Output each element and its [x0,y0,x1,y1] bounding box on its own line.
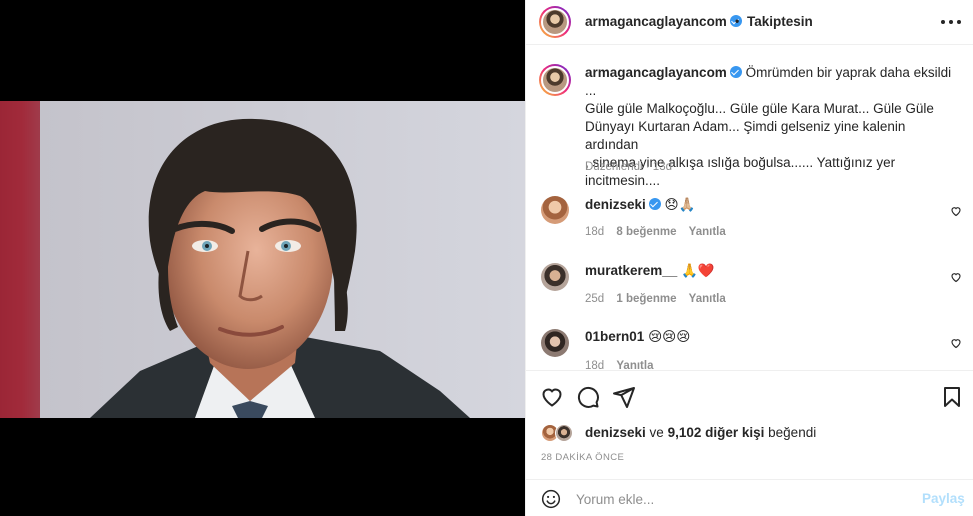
verified-badge-icon [648,198,661,210]
reply-button[interactable]: Yanıtla [689,226,726,238]
caption-author-avatar[interactable] [539,64,571,96]
heart-icon[interactable] [540,385,564,409]
caption-line: Dünyayı Kurtaran Adam... Şimdi gelseniz … [585,119,906,152]
comment-username[interactable]: denizseki [585,197,646,212]
comment-age: 25d [585,293,605,305]
post-photo[interactable] [0,101,525,418]
comment-meta: 18d 8 beğenme Yanıtla [585,226,726,238]
comment-icon[interactable] [576,385,600,409]
commenter-avatar[interactable] [541,263,569,291]
verified-badge-icon [729,66,742,78]
comment-input[interactable] [576,488,896,510]
caption-author-username[interactable]: armagancaglayancom [585,65,727,80]
comment-text: 😢😢😢 [648,329,691,344]
comment-body: denizseki 😞🙏🏼 [585,197,695,213]
post-comment-button[interactable]: Paylaş [922,491,965,506]
comment-username[interactable]: muratkerem__ [585,263,677,278]
comment-like-icon[interactable] [950,336,962,349]
comment-meta: 18d Yanıtla [585,360,653,370]
reply-button[interactable]: Yanıtla [689,293,726,305]
comment-body: 01bern01 😢😢😢 [585,329,690,345]
edited-label: Düzenlendi [585,161,643,173]
emoji-icon[interactable] [541,489,561,509]
author-username[interactable]: armagancaglayancom [585,14,742,29]
comment-likes[interactable]: 8 beğenme [616,226,676,238]
comment-like-icon[interactable] [950,204,962,217]
likers-avatars[interactable] [541,424,575,442]
header-separator: • [735,14,740,28]
post-media[interactable] [0,0,525,516]
caption-age: 13d [652,161,672,173]
first-liker-username[interactable]: denizseki [585,425,646,440]
bookmark-icon[interactable] [940,385,964,409]
post-detail-panel: armagancaglayancom • Takiptesin armaganc… [525,0,973,516]
comment-text: 😞🙏🏼 [664,197,696,212]
more-options-icon[interactable] [941,14,961,30]
likes-summary: denizseki ve 9,102 diğer kişi beğendi [585,425,816,440]
commenter-avatar[interactable] [541,329,569,357]
likes-suffix: beğendi [768,425,817,440]
comment-body: muratkerem__ 🙏❤️ [585,263,715,279]
liker-avatar [555,424,573,442]
post-actions-section: denizseki ve 9,102 diğer kişi beğendi 28… [526,370,973,516]
likes-count[interactable]: 9,102 diğer kişi [668,425,765,440]
caption-line: incitmesin.... [585,173,661,188]
comment-username[interactable]: 01bern01 [585,329,644,344]
comment-age: 18d [585,226,605,238]
post-timestamp[interactable]: 28 DAKİKA ÖNCE [541,452,624,463]
likes-connector: ve [649,425,664,440]
share-icon[interactable] [612,385,636,409]
reply-button[interactable]: Yanıtla [616,360,653,370]
comment-likes[interactable]: 1 beğenme [616,293,676,305]
author-avatar[interactable] [539,6,571,38]
author-username-text[interactable]: armagancaglayancom [585,14,727,29]
add-comment-bar: Paylaş [526,479,973,516]
comment-age: 18d [585,360,605,370]
comment-text: 🙏❤️ [681,263,715,278]
comment-meta: 25d 1 beğenme Yanıtla [585,293,726,305]
caption-line: Güle güle Malkoçoğlu... Güle güle Kara M… [585,101,934,116]
caption-meta: Düzenlendi · 13d [585,161,672,173]
portrait-illustration [0,101,525,418]
meta-separator: · [645,161,650,173]
post-header: armagancaglayancom • Takiptesin [526,0,973,45]
commenter-avatar[interactable] [541,196,569,224]
comments-scroll-area[interactable]: armagancaglayancom Ömrümden bir yaprak d… [526,45,973,370]
comment-like-icon[interactable] [950,270,962,283]
follow-status-button[interactable]: Takiptesin [747,14,813,29]
